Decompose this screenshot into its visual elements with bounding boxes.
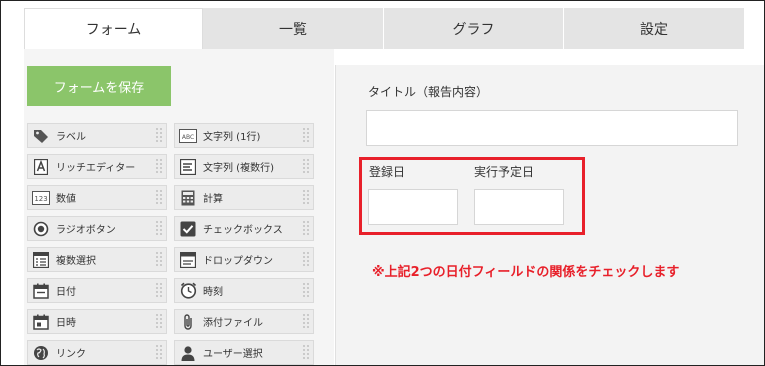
tab-bar: フォーム 一覧 グラフ 設定 [24,8,744,49]
date-fields-highlight: 登録日 実行予定日 [359,157,585,235]
palette-item-number[interactable]: 123 数値 [27,185,167,210]
radio-icon [32,220,50,238]
abc-text-icon: ABC [179,127,197,145]
drag-handle-icon[interactable] [302,344,310,361]
palette-item-text: 文字列 (複数行) [203,163,274,174]
palette-item-label[interactable]: ラベル [27,123,167,148]
palette-item-text: チェックボックス [203,225,283,236]
app-window: フォーム 一覧 グラフ 設定 フォームを保存 ラベル ABC 文字列 (1行) [0,0,765,366]
palette-item-text: ドロップダウン [203,256,273,267]
svg-text:ABC: ABC [182,134,194,141]
palette-item-datetime[interactable]: 日時 [27,309,167,334]
globe-icon [32,344,50,362]
drag-handle-icon[interactable] [302,251,310,268]
tab-graph[interactable]: グラフ [384,8,564,49]
palette-item-text: 計算 [203,194,223,205]
drag-handle-icon[interactable] [155,220,163,237]
dropdown-icon [179,251,197,269]
planned-date-label: 実行予定日 [474,165,535,179]
drag-handle-icon[interactable] [155,251,163,268]
drag-handle-icon[interactable] [155,282,163,299]
drag-handle-icon[interactable] [155,158,163,175]
palette-item-text: 日付 [56,287,76,298]
palette-item-text: リンク [56,349,86,360]
palette-item-link[interactable]: リンク [27,340,167,365]
palette-item-text: ラジオボタン [56,225,116,236]
palette-item-multi-select[interactable]: 複数選択 [27,247,167,272]
palette-item-rich-editor[interactable]: リッチエディター [27,154,167,179]
clock-icon [179,282,197,300]
drag-handle-icon[interactable] [302,220,310,237]
palette-item-attachment[interactable]: 添付ファイル [174,309,314,334]
user-icon [179,344,197,362]
drag-handle-icon[interactable] [155,127,163,144]
tab-settings[interactable]: 設定 [564,8,744,49]
palette-item-user-select[interactable]: ユーザー選択 [174,340,314,365]
planned-date-input[interactable] [474,189,564,225]
drag-handle-icon[interactable] [302,158,310,175]
rich-editor-icon [32,158,50,176]
title-field-input[interactable] [366,110,738,146]
palette-item-text: 時刻 [203,287,223,298]
save-form-button[interactable]: フォームを保存 [27,66,171,106]
registration-date-input[interactable] [368,189,458,225]
palette-item-single-line-text[interactable]: ABC 文字列 (1行) [174,123,314,148]
drag-handle-icon[interactable] [302,282,310,299]
form-canvas: タイトル（報告内容） 登録日 実行予定日 ※上記2つの日付フィールドの関係をチェ… [335,65,764,365]
annotation-note: ※上記2つの日付フィールドの関係をチェックします [372,265,680,280]
palette-item-time[interactable]: 時刻 [174,278,314,303]
tab-form[interactable]: フォーム [24,8,203,49]
field-palette: フォームを保存 ラベル ABC 文字列 (1行) リッチエディター 文字列 (複… [24,49,334,365]
drag-handle-icon[interactable] [155,189,163,206]
calculator-icon [179,189,197,207]
palette-item-text: ユーザー選択 [203,349,263,360]
palette-item-text: 文字列 (1行) [203,132,261,143]
palette-item-dropdown[interactable]: ドロップダウン [174,247,314,272]
tag-icon [32,127,50,145]
palette-item-text: 数値 [56,194,76,205]
paperclip-icon [179,313,197,331]
title-field-label: タイトル（報告内容） [368,85,489,99]
drag-handle-icon[interactable] [155,344,163,361]
palette-item-text: 添付ファイル [203,318,263,329]
palette-item-text: ラベル [56,132,86,143]
palette-item-radio-button[interactable]: ラジオボタン [27,216,167,241]
palette-item-text: 複数選択 [56,256,96,267]
calendar-icon [32,282,50,300]
palette-item-text: 日時 [56,318,76,329]
svg-text:123: 123 [34,195,47,203]
palette-item-date[interactable]: 日付 [27,278,167,303]
tab-list[interactable]: 一覧 [203,8,384,49]
multi-select-icon [32,251,50,269]
palette-items: ラベル ABC 文字列 (1行) リッチエディター 文字列 (複数行) 123 … [27,123,314,365]
drag-handle-icon[interactable] [302,127,310,144]
number-icon: 123 [32,189,50,207]
palette-item-checkbox[interactable]: チェックボックス [174,216,314,241]
registration-date-label: 登録日 [369,165,406,179]
checkbox-icon [179,220,197,238]
palette-item-text: リッチエディター [56,163,136,174]
drag-handle-icon[interactable] [155,313,163,330]
drag-handle-icon[interactable] [302,313,310,330]
palette-item-multi-line-text[interactable]: 文字列 (複数行) [174,154,314,179]
datetime-icon [32,313,50,331]
palette-item-calculation[interactable]: 計算 [174,185,314,210]
multiline-text-icon [179,158,197,176]
drag-handle-icon[interactable] [302,189,310,206]
